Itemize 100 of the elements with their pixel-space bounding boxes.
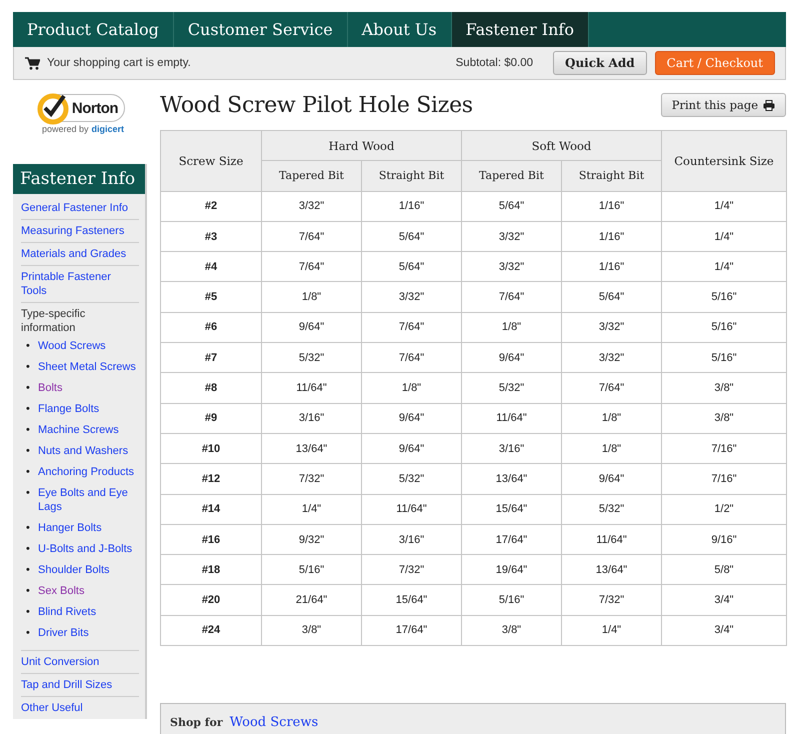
table-cell: 5/16" [262, 554, 362, 585]
sidebar-link[interactable]: Tap and Drill Sizes [21, 674, 139, 697]
table-cell: 5/32" [462, 372, 562, 404]
sidebar-link[interactable]: Wood Screws [38, 339, 106, 353]
sidebar-link[interactable]: Anchoring Products [38, 465, 134, 479]
table-cell: 13/64" [462, 464, 562, 494]
sidebar-link[interactable]: U-Bolts and J-Bolts [38, 542, 132, 556]
sidebar-link[interactable]: Machine Screws [38, 423, 119, 437]
quick-add-button[interactable]: Quick Add [553, 51, 647, 75]
bullet: • [26, 423, 31, 437]
table-cell: 5/64" [462, 191, 562, 222]
page-title: Wood Screw Pilot Hole Sizes [160, 92, 473, 118]
sidebar-link[interactable]: General Fastener Info [21, 197, 139, 220]
table-cell: #16 [160, 524, 262, 555]
table-cell: 3/16" [462, 433, 562, 464]
table-cell: 5/16" [662, 312, 786, 343]
table-cell: 5/8" [662, 554, 786, 585]
table-cell: #24 [160, 615, 262, 646]
table-cell: 1/16" [562, 191, 662, 222]
sidebar-link[interactable]: Sheet Metal Screws [38, 360, 136, 374]
sidebar-link[interactable]: Bolts [38, 381, 62, 395]
nav-tab[interactable]: Fastener Info [452, 12, 589, 47]
sidebar-link[interactable]: Blind Rivets [38, 605, 96, 619]
table-cell: 3/4" [662, 615, 786, 646]
sidebar-link[interactable]: Other Useful [21, 697, 139, 715]
table-cell: 3/16" [362, 524, 462, 555]
bullet: • [26, 465, 31, 479]
table-cell: 3/8" [662, 372, 786, 404]
sidebar-link[interactable]: Nuts and Washers [38, 444, 128, 458]
table-cell: 15/64" [462, 494, 562, 524]
table-cell: 3/4" [662, 584, 786, 616]
sidebar-link[interactable]: Materials and Grades [21, 243, 139, 266]
table-cell: 21/64" [262, 584, 362, 616]
table-cell: #18 [160, 554, 262, 585]
table-cell: 7/32" [362, 554, 462, 585]
table-cell: #12 [160, 464, 262, 494]
provider-name: digicert [92, 124, 124, 134]
table-cell: 9/64" [362, 433, 462, 464]
sidebar-link[interactable]: Driver Bits [38, 626, 89, 640]
bullet: • [26, 605, 31, 619]
table-cell: #10 [160, 433, 262, 464]
table-cell: 3/8" [262, 615, 362, 646]
table-cell: 1/8" [262, 282, 362, 312]
table-cell: #4 [160, 252, 262, 282]
print-button[interactable]: Print this page [660, 93, 786, 117]
subtotal-text: Subtotal: $0.00 [456, 57, 533, 69]
sidebar-link[interactable]: Shoulder Bolts [38, 563, 110, 577]
table-cell: 7/64" [362, 312, 462, 343]
table-cell: 1/8" [562, 403, 662, 434]
table-cell: 7/64" [462, 282, 562, 312]
table-cell: 1/16" [362, 191, 462, 222]
table-cell: 9/32" [262, 524, 362, 555]
column-header: Screw Size [160, 130, 262, 192]
table-cell: 5/16" [462, 584, 562, 616]
table-cell: 5/16" [662, 282, 786, 312]
table-cell: 3/32" [462, 221, 562, 252]
shop-link[interactable]: Wood Screws [230, 714, 318, 730]
table-cell: 3/32" [362, 282, 462, 312]
table-cell: 1/8" [462, 312, 562, 343]
sidebar-link[interactable]: Printable Fastener Tools [21, 266, 139, 303]
sidebar-link[interactable]: Unit Conversion [21, 651, 139, 674]
table-cell: 3/32" [262, 191, 362, 222]
table-cell: #2 [160, 191, 262, 222]
table-cell: 5/32" [562, 494, 662, 524]
table-cell: 5/32" [262, 342, 362, 373]
table-cell: 17/64" [462, 524, 562, 555]
table-cell: 9/64" [562, 464, 662, 494]
table-cell: 7/64" [562, 372, 662, 404]
sidebar-link[interactable]: Eye Bolts and Eye Lags [38, 486, 136, 514]
bullet: • [26, 563, 31, 577]
table-cell: 1/4" [562, 615, 662, 646]
checkout-button[interactable]: Cart / Checkout [654, 51, 775, 75]
sidebar-group-label: Type-specific information [21, 307, 86, 335]
table-cell: 7/16" [662, 433, 786, 464]
bullet: • [26, 626, 31, 640]
table-cell: 1/4" [662, 221, 786, 252]
table-cell: 7/16" [662, 464, 786, 494]
table-cell: 5/32" [362, 464, 462, 494]
table-cell: 1/16" [562, 252, 662, 282]
sidebar-link[interactable]: Hanger Bolts [38, 521, 102, 535]
table-cell: 11/64" [462, 403, 562, 434]
sidebar-link[interactable]: Sex Bolts [38, 584, 84, 598]
shop-label: Shop for [170, 716, 223, 729]
powered-by-text: powered by [42, 124, 88, 134]
table-cell: #20 [160, 584, 262, 616]
table-cell: 9/64" [262, 312, 362, 343]
table-cell: 1/8" [362, 372, 462, 404]
sidebar-link[interactable]: Flange Bolts [38, 402, 100, 416]
table-cell: 1/4" [662, 191, 786, 222]
bullet: • [26, 521, 31, 535]
cart-status-text: Your shopping cart is empty. [47, 57, 192, 69]
sidebar-heading: Fastener Info [13, 164, 145, 194]
sidebar-link[interactable]: Measuring Fasteners [21, 220, 139, 243]
table-cell: 3/32" [562, 312, 662, 343]
table-cell: 1/8" [562, 433, 662, 464]
table-cell: #5 [160, 282, 262, 312]
bullet: • [26, 444, 31, 458]
table-cell: #8 [160, 372, 262, 404]
table-cell: 7/32" [562, 584, 662, 616]
table-cell: 11/64" [262, 372, 362, 404]
